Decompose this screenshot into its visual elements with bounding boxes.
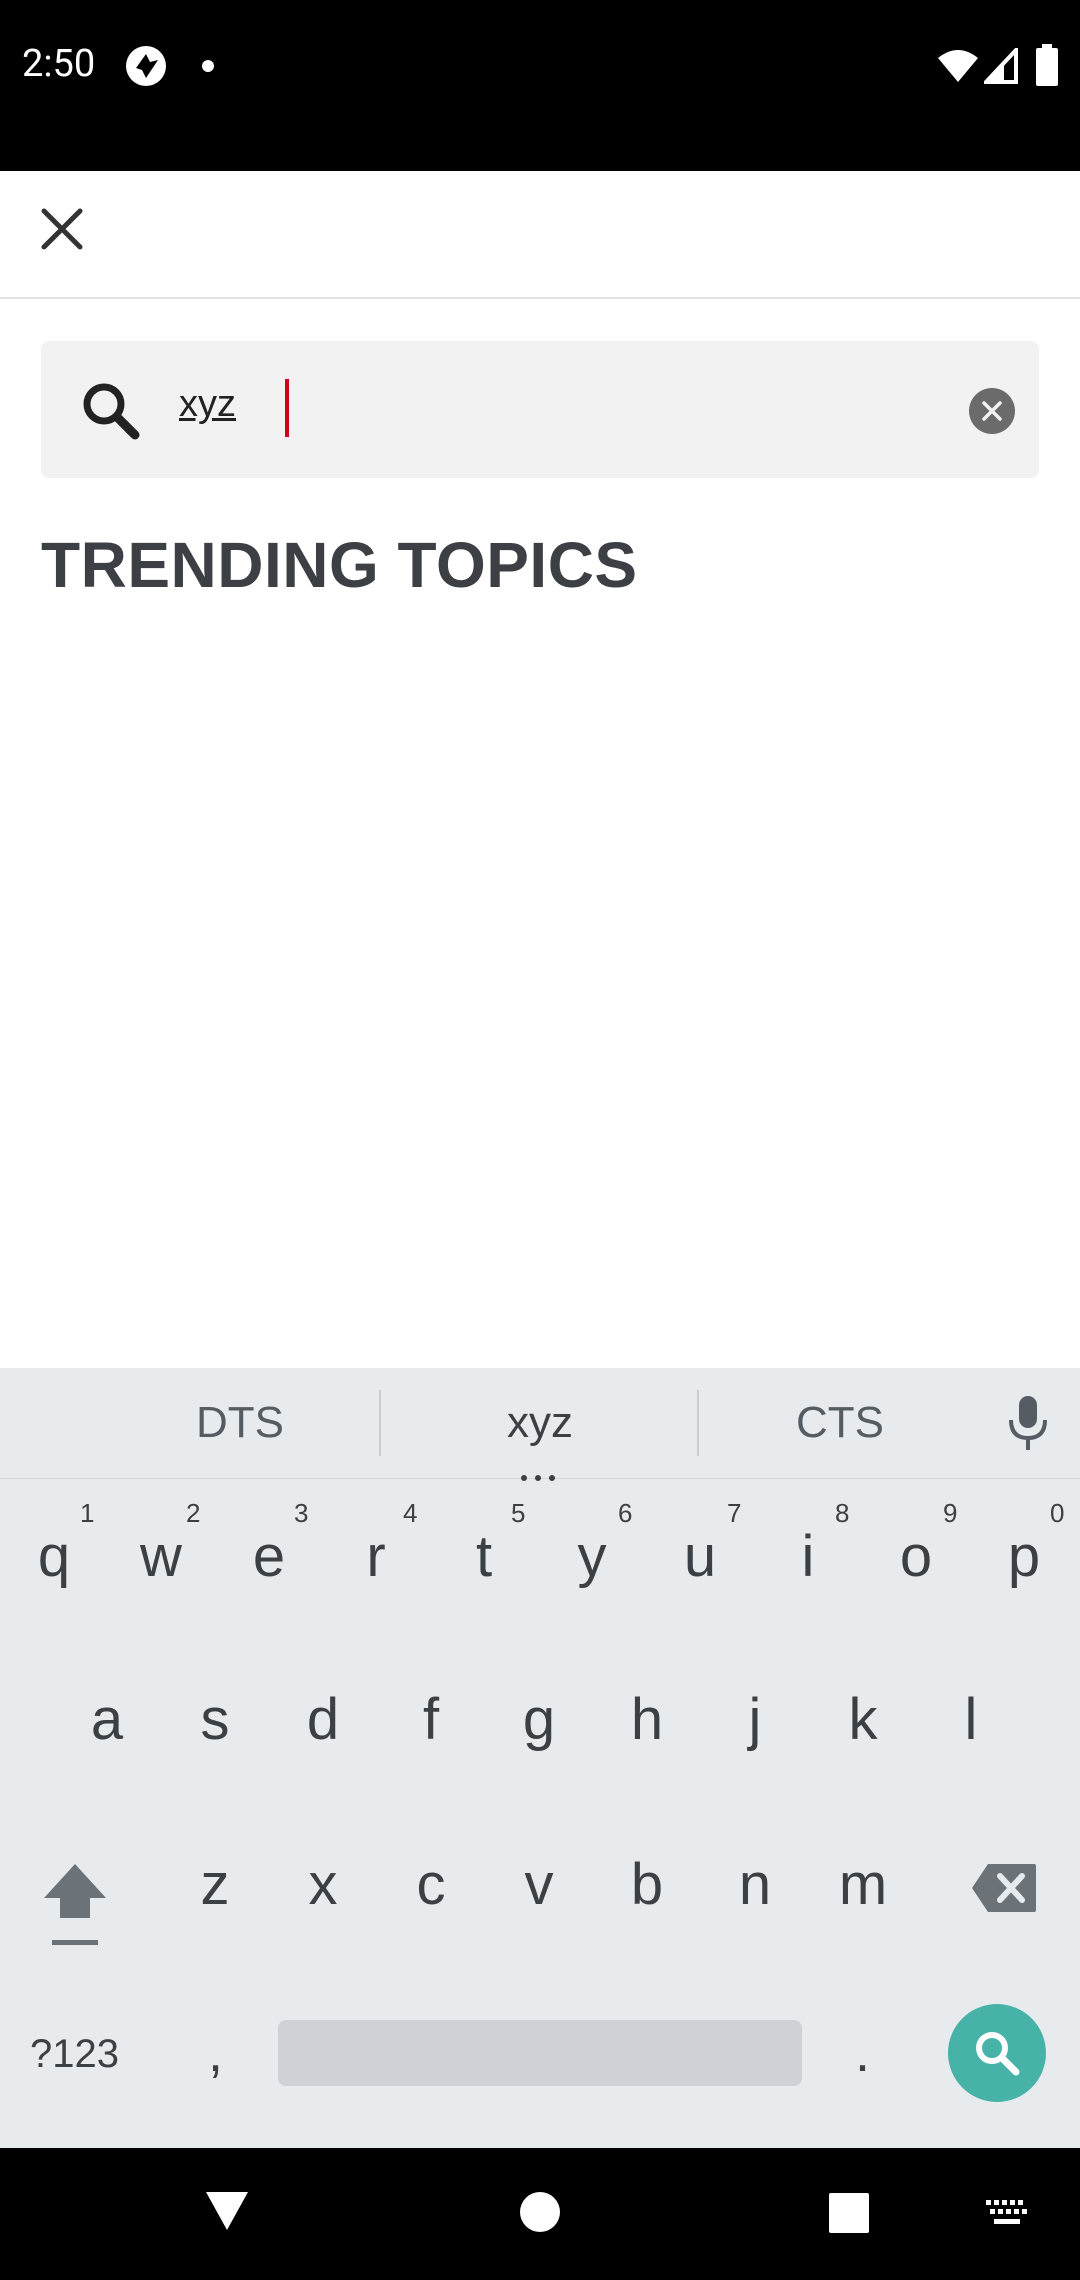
keyboard-search-button[interactable] — [948, 2004, 1046, 2102]
key-g[interactable]: g — [489, 1686, 589, 1753]
back-triangle-icon — [206, 2192, 248, 2230]
search-icon — [976, 2032, 1020, 2076]
key-x[interactable]: x — [273, 1851, 373, 1918]
notification-dot-icon — [202, 60, 214, 72]
suggestion-item[interactable]: DTS — [80, 1398, 400, 1448]
section-title: TRENDING TOPICS — [41, 529, 638, 601]
recents-nav-button[interactable] — [828, 2192, 870, 2239]
backspace-icon — [972, 1864, 1036, 1912]
shift-key[interactable] — [40, 1860, 110, 1955]
key-e[interactable]: e — [219, 1523, 319, 1590]
suggestion-bar: DTS xyz CTS — [0, 1368, 1080, 1481]
navigation-bar — [0, 2148, 1080, 2280]
back-nav-button[interactable] — [204, 2188, 250, 2239]
home-circle-icon — [520, 2192, 560, 2232]
search-field[interactable]: xyz — [41, 341, 1039, 478]
key-u[interactable]: u — [650, 1523, 750, 1590]
key-hint: 8 — [835, 1498, 850, 1528]
space-key[interactable] — [278, 2020, 802, 2086]
close-icon — [41, 208, 83, 250]
search-icon — [79, 379, 141, 446]
key-hint: 4 — [403, 1498, 418, 1528]
key-z[interactable]: z — [165, 1851, 265, 1918]
key-k[interactable]: k — [813, 1686, 913, 1753]
top-app-bar — [0, 171, 1080, 299]
home-nav-button[interactable] — [518, 2190, 562, 2239]
search-input[interactable]: xyz — [179, 383, 236, 426]
key-r[interactable]: r — [326, 1523, 426, 1590]
key-hint: 7 — [727, 1498, 742, 1528]
backspace-key[interactable] — [970, 1862, 1038, 1919]
status-time: 2:50 — [22, 42, 96, 86]
key-o[interactable]: o — [866, 1523, 966, 1590]
key-f[interactable]: f — [381, 1686, 481, 1753]
key-hint: 0 — [1050, 1498, 1065, 1528]
key-c[interactable]: c — [381, 1851, 481, 1918]
symbols-key[interactable]: ?123 — [30, 2032, 119, 2077]
microphone-icon[interactable] — [1006, 1394, 1050, 1457]
key-t[interactable]: t — [434, 1523, 534, 1590]
key-p[interactable]: p — [974, 1523, 1074, 1590]
key-hint: 1 — [80, 1498, 95, 1528]
key-hint: 9 — [943, 1498, 958, 1528]
status-bar: 2:50 — [0, 0, 1080, 171]
key-w[interactable]: w — [111, 1523, 211, 1590]
key-l[interactable]: l — [921, 1686, 1021, 1753]
clear-search-button[interactable] — [969, 388, 1015, 434]
keyboard-switch-button[interactable] — [984, 2198, 1030, 2233]
soft-keyboard: DTS xyz CTS q 1 w 2 e 3 r 4 t 5 y 6 u 7 … — [0, 1368, 1080, 2148]
suggestion-item[interactable]: CTS — [680, 1398, 1000, 1448]
key-n[interactable]: n — [705, 1851, 805, 1918]
period-key[interactable]: . — [855, 2022, 870, 2084]
key-y[interactable]: y — [542, 1523, 642, 1590]
close-button[interactable] — [24, 191, 100, 267]
key-q[interactable]: q — [4, 1523, 104, 1590]
app-notification-icon — [124, 44, 168, 93]
more-suggestions-icon — [520, 1468, 556, 1481]
key-hint: 6 — [618, 1498, 633, 1528]
battery-icon — [1036, 44, 1058, 91]
keyboard-icon — [986, 2200, 1027, 2224]
key-hint: 2 — [186, 1498, 201, 1528]
wifi-icon — [936, 48, 980, 89]
key-d[interactable]: d — [273, 1686, 373, 1753]
shift-icon — [44, 1864, 106, 1945]
clear-icon — [982, 401, 1002, 421]
recents-square-icon — [829, 2193, 869, 2233]
key-hint: 3 — [294, 1498, 309, 1528]
key-i[interactable]: i — [758, 1523, 858, 1590]
key-v[interactable]: v — [489, 1851, 589, 1918]
text-cursor — [285, 379, 289, 437]
suggestion-item[interactable]: xyz — [380, 1398, 700, 1448]
key-a[interactable]: a — [57, 1686, 157, 1753]
key-h[interactable]: h — [597, 1686, 697, 1753]
key-m[interactable]: m — [813, 1851, 913, 1918]
key-j[interactable]: j — [705, 1686, 805, 1753]
key-s[interactable]: s — [165, 1686, 265, 1753]
comma-key[interactable]: , — [208, 2022, 223, 2084]
cell-signal-icon — [981, 44, 1018, 89]
key-b[interactable]: b — [597, 1851, 697, 1918]
key-hint: 5 — [511, 1498, 526, 1528]
